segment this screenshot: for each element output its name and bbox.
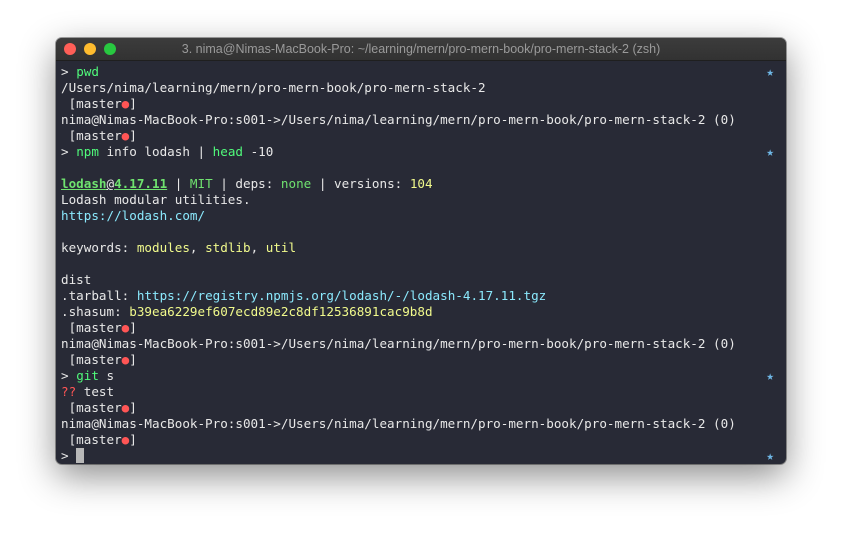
untracked-marker: ?? bbox=[61, 384, 77, 399]
branch-name: [master bbox=[68, 96, 122, 111]
prompt-line[interactable]: > ★ bbox=[61, 448, 786, 464]
package-version: 4.17.11 bbox=[114, 176, 168, 191]
command-text: npm bbox=[76, 144, 99, 159]
output-line: Lodash modular utilities. bbox=[61, 192, 786, 208]
status-text: nima@Nimas-MacBook-Pro:s001->/Users/nima… bbox=[61, 416, 736, 431]
branch-close: ] bbox=[129, 96, 137, 111]
branch-close: ] bbox=[129, 128, 137, 143]
output-line: ?? test bbox=[61, 384, 786, 400]
homepage-link[interactable]: https://lodash.com/ bbox=[61, 208, 205, 223]
status-line: nima@Nimas-MacBook-Pro:s001->/Users/nima… bbox=[61, 416, 786, 432]
command-args: info lodash | bbox=[98, 144, 213, 159]
keyword: stdlib bbox=[205, 240, 251, 255]
star-icon: ★ bbox=[766, 448, 774, 463]
branch-line: [master●] bbox=[61, 128, 786, 144]
status-line: nima@Nimas-MacBook-Pro:s001->/Users/nima… bbox=[61, 112, 786, 128]
command-args: -10 bbox=[243, 144, 274, 159]
terminal-window: 3. nima@Nimas-MacBook-Pro: ~/learning/me… bbox=[56, 38, 786, 464]
branch-name: [master bbox=[68, 432, 122, 447]
output-line: https://lodash.com/ bbox=[61, 208, 786, 224]
prompt-symbol: > bbox=[61, 64, 69, 79]
branch-name: [master bbox=[68, 352, 122, 367]
branch-line: [master●] bbox=[61, 352, 786, 368]
dist-heading: dist bbox=[61, 272, 92, 287]
terminal-output[interactable]: > pwd ★ /Users/nima/learning/mern/pro-mer… bbox=[61, 64, 786, 464]
command-args: s bbox=[98, 368, 115, 383]
prompt-line: > pwd ★ bbox=[61, 64, 786, 80]
branch-line: [master●] bbox=[61, 96, 786, 112]
separator: , bbox=[250, 240, 266, 255]
package-header-line: lodash@4.17.11 | MIT | deps: none | vers… bbox=[61, 176, 786, 192]
title-bar: 3. nima@Nimas-MacBook-Pro: ~/learning/me… bbox=[56, 38, 786, 61]
package-license: MIT bbox=[189, 176, 213, 191]
separator: | bbox=[167, 176, 190, 191]
separator: | deps: bbox=[212, 176, 281, 191]
status-text: nima@Nimas-MacBook-Pro:s001->/Users/nima… bbox=[61, 112, 736, 127]
separator: | versions: bbox=[311, 176, 410, 191]
status-line: nima@Nimas-MacBook-Pro:s001->/Users/nima… bbox=[61, 336, 786, 352]
package-name: lodash bbox=[61, 176, 107, 191]
branch-line: [master●] bbox=[61, 400, 786, 416]
status-text: nima@Nimas-MacBook-Pro:s001->/Users/nima… bbox=[61, 336, 736, 351]
pwd-output: /Users/nima/learning/mern/pro-mern-book/… bbox=[61, 80, 486, 95]
keywords-line: keywords: modules, stdlib, util bbox=[61, 240, 786, 256]
branch-close: ] bbox=[129, 432, 137, 447]
star-icon: ★ bbox=[766, 64, 774, 79]
prompt-line: > npm info lodash | head -10 ★ bbox=[61, 144, 786, 160]
prompt-symbol: > bbox=[61, 368, 69, 383]
branch-name: [master bbox=[68, 400, 122, 415]
branch-close: ] bbox=[129, 320, 137, 335]
branch-line: [master●] bbox=[61, 432, 786, 448]
untracked-file: test bbox=[76, 384, 115, 399]
star-icon: ★ bbox=[766, 144, 774, 159]
keywords-label: keywords: bbox=[61, 240, 137, 255]
keyword: modules bbox=[136, 240, 190, 255]
tarball-link[interactable]: https://registry.npmjs.org/lodash/-/loda… bbox=[137, 288, 546, 303]
window-title: 3. nima@Nimas-MacBook-Pro: ~/learning/me… bbox=[181, 42, 661, 56]
prompt-symbol: > bbox=[61, 448, 69, 463]
branch-close: ] bbox=[129, 400, 137, 415]
branch-close: ] bbox=[129, 352, 137, 367]
branch-name: [master bbox=[68, 128, 122, 143]
output-line: .shasum: b39ea6229ef607ecd89e2c8df125368… bbox=[61, 304, 786, 320]
shasum-value: b39ea6229ef607ecd89e2c8df12536891cac9b8d bbox=[129, 304, 433, 319]
output-line: /Users/nima/learning/mern/pro-mern-book/… bbox=[61, 80, 786, 96]
tarball-label: .tarball: bbox=[61, 288, 137, 303]
output-line: .tarball: https://registry.npmjs.org/lod… bbox=[61, 288, 786, 304]
package-at: @ bbox=[106, 176, 115, 191]
text-cursor[interactable] bbox=[76, 448, 85, 463]
package-description: Lodash modular utilities. bbox=[61, 192, 251, 207]
output-line: dist bbox=[61, 272, 786, 288]
command-text: git bbox=[76, 368, 99, 383]
branch-name: [master bbox=[68, 320, 122, 335]
prompt-line: > git s ★ bbox=[61, 368, 786, 384]
package-versions: 104 bbox=[409, 176, 433, 191]
separator: , bbox=[189, 240, 206, 255]
shasum-label: .shasum: bbox=[61, 304, 130, 319]
command-text: pwd bbox=[76, 64, 99, 79]
keyword: util bbox=[265, 240, 297, 255]
prompt-symbol: > bbox=[61, 144, 69, 159]
command-text: head bbox=[212, 144, 244, 159]
star-icon: ★ bbox=[766, 368, 774, 383]
package-deps: none bbox=[280, 176, 312, 191]
branch-line: [master●] bbox=[61, 320, 786, 336]
